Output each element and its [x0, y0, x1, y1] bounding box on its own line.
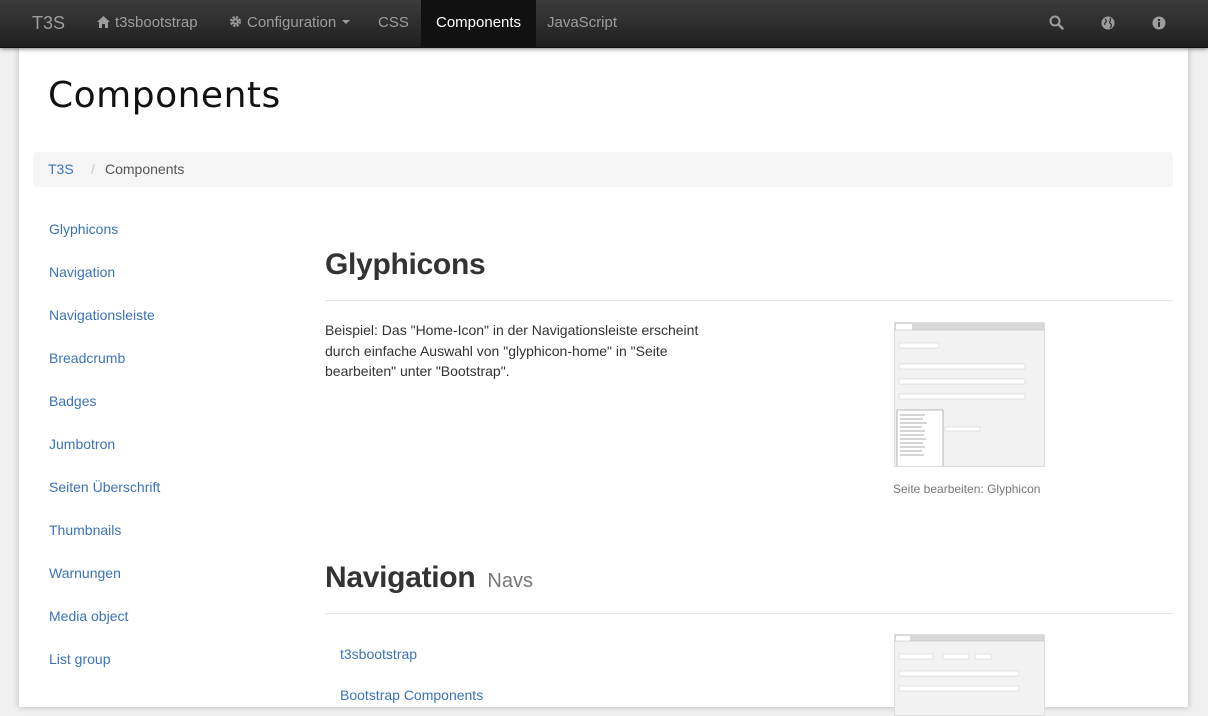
info-icon[interactable] [1150, 14, 1168, 32]
nav-item-components[interactable]: Components [421, 0, 537, 47]
nav-item-configuration[interactable]: Configuration [217, 0, 362, 47]
home-icon [97, 16, 110, 28]
section-title-glyphicons: Glyphicons [325, 248, 486, 281]
sidebar-item-list-group[interactable]: List group [49, 651, 110, 667]
breadcrumb: T3S / Components [33, 152, 1173, 187]
nav-item-label: Configuration [247, 14, 337, 31]
breadcrumb-current: Components [105, 161, 185, 177]
sidebar-item-navigation[interactable]: Navigation [49, 264, 115, 280]
sidebar-item-media-object[interactable]: Media object [49, 608, 128, 624]
glyphicons-description: Beispiel: Das "Home-Icon" in der Navigat… [325, 322, 699, 379]
brand-link[interactable]: T3S [32, 0, 65, 47]
section-title-text: Navigation [325, 561, 476, 594]
nav-item-javascript[interactable]: JavaScript [532, 0, 632, 47]
sidebar-item-jumbotron[interactable]: Jumbotron [49, 436, 115, 452]
nav-item-t3sbootstrap[interactable]: t3sbootstrap [85, 0, 210, 47]
section-divider [325, 613, 1173, 614]
sidebar-item-navigationsleiste[interactable]: Navigationsleiste [49, 307, 155, 323]
breadcrumb-separator: / [91, 161, 95, 177]
search-icon[interactable] [1048, 14, 1066, 32]
sidebar-item-thumbnails[interactable]: Thumbnails [49, 522, 121, 538]
glyphicon-screenshot-image [894, 322, 1045, 467]
sidebar-item-glyphicons[interactable]: Glyphicons [49, 221, 118, 237]
nav-item-label: Components [436, 14, 522, 31]
breadcrumb-home-link[interactable]: T3S [48, 152, 74, 187]
nav-item-css[interactable]: CSS [363, 0, 424, 47]
nav-item-label: JavaScript [547, 14, 618, 31]
sidebar-item-warnungen[interactable]: Warnungen [49, 565, 121, 581]
globe-icon[interactable] [1099, 14, 1117, 32]
main-container: Components T3S / Components Glyphicons N… [19, 47, 1188, 716]
navigation-screenshot-image [894, 634, 1045, 716]
gear-icon [230, 16, 241, 27]
top-navbar: T3S t3sbootstrap Configuration CSS Compo… [0, 0, 1208, 48]
chevron-down-icon [342, 20, 351, 24]
sidebar-item-seiten-ueberschrift[interactable]: Seiten Überschrift [49, 479, 160, 495]
nav-example-link-t3sbootstrap[interactable]: t3sbootstrap [340, 646, 417, 662]
glyphicon-screenshot-caption: Seite bearbeiten: Glyphicon [893, 482, 1041, 496]
section-title-navigation: Navigation Navs [325, 561, 533, 595]
nav-example-link-bootstrap-components[interactable]: Bootstrap Components [340, 687, 483, 703]
sidebar-item-badges[interactable]: Badges [49, 393, 96, 409]
nav-item-label: t3sbootstrap [115, 14, 198, 31]
section-subtitle: Navs [487, 570, 533, 592]
nav-item-label: CSS [378, 14, 409, 31]
section-divider [325, 300, 1173, 301]
page-title: Components [48, 75, 281, 116]
sidebar-item-breadcrumb[interactable]: Breadcrumb [49, 350, 125, 366]
